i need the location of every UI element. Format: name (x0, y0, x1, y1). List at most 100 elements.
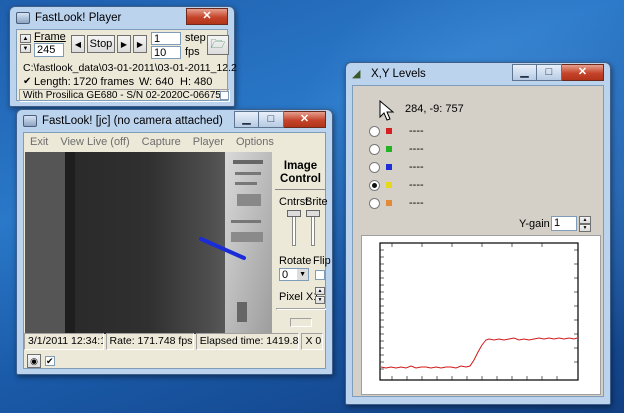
contrast-slider[interactable] (292, 212, 296, 246)
frame-input[interactable]: 245 (34, 43, 64, 57)
player-client: ▲ ▼ Frame 245 ◀ Stop ▶ ▶ 1 step 10 fps 🗁… (16, 29, 237, 102)
open-folder-button[interactable]: 🗁 (207, 35, 229, 55)
rotate-value: 0 (282, 269, 289, 281)
bottom-checkbox[interactable]: ✔ (45, 356, 55, 366)
arrow-cursor-icon (379, 100, 395, 121)
rotate-label: Rotate (279, 255, 312, 267)
frame-up-button[interactable]: ▲ (20, 34, 31, 43)
stop-button[interactable]: Stop (87, 35, 115, 53)
status-datetime: 3/1/2011 12:34:1 (24, 333, 104, 350)
maximize-button[interactable]: □ (537, 64, 562, 81)
frame-down-button[interactable]: ▼ (20, 44, 31, 53)
menu-options[interactable]: Options (230, 136, 280, 148)
channel-swatch-red (386, 128, 392, 134)
xy-levels-window: ◢ X,Y Levels ▁ □ ✕ 284, -9: 757 ---- ---… (345, 62, 611, 405)
fastlook-client: Exit View Live (off) Capture Player Opti… (23, 132, 331, 369)
step-back-button[interactable]: ◀ (71, 35, 85, 53)
channel-swatch-orange (386, 200, 392, 206)
image-control-title: Image Control (275, 152, 326, 190)
ygain-input[interactable]: 1 (551, 216, 577, 231)
close-button[interactable]: ✕ (186, 8, 228, 25)
width-value: W: 640 (139, 76, 174, 88)
camera-info: With Prosilica GE680 - S/N 02-2020C-0667… (23, 90, 221, 101)
camera-icon-button[interactable]: ◉ (27, 354, 41, 368)
chevron-down-icon: ▼ (297, 269, 308, 280)
pixel-up-button[interactable]: ▲ (315, 287, 325, 295)
player-window: FastLook! Player ✕ ▲ ▼ Frame 245 ◀ Stop … (9, 6, 237, 107)
fps-label: fps (185, 46, 200, 58)
channel-swatch-green (386, 146, 392, 152)
channel-value-green: ---- (409, 143, 424, 155)
close-button[interactable]: ✕ (562, 64, 604, 81)
app-icon (16, 12, 30, 24)
menu-player[interactable]: Player (187, 136, 230, 148)
status-rate: Rate: 171.748 fps (105, 333, 194, 350)
xy-title: X,Y Levels (371, 68, 426, 80)
fastlook-title: FastLook! [jc] (no camera attached) (42, 115, 223, 127)
flip-checkbox[interactable] (315, 270, 325, 280)
xy-plot-area[interactable] (361, 235, 601, 395)
channel-value-orange: ---- (409, 197, 424, 209)
step-forward-button[interactable]: ▶ (117, 35, 131, 53)
brightness-label: Brite (305, 196, 328, 208)
xy-titlebar[interactable]: ◢ X,Y Levels ▁ □ ✕ (352, 63, 604, 85)
status-bar: 3/1/2011 12:34:1 Rate: 171.748 fps Elaps… (24, 333, 325, 350)
channel-radio-blue[interactable] (369, 162, 380, 173)
channel-radio-orange[interactable] (369, 198, 380, 209)
channel-value-blue: ---- (409, 161, 424, 173)
minimize-button[interactable]: ▁ (234, 111, 259, 128)
menu-view-live[interactable]: View Live (off) (54, 136, 135, 148)
contrast-slider-thumb[interactable] (287, 210, 301, 217)
camera-image[interactable] (25, 152, 272, 334)
camera-scene (25, 152, 272, 334)
channel-radio-red[interactable] (369, 126, 380, 137)
fastlook-window: FastLook! [jc] (no camera attached) ▁ □ … (16, 109, 333, 375)
camera-icon: ◉ (30, 355, 38, 366)
status-elapsed: Elapsed time: 1419.852 ms (195, 333, 300, 350)
plot-frame (379, 242, 579, 381)
folder-open-icon: 🗁 (210, 36, 226, 51)
frame-label: Frame (34, 31, 66, 43)
menu-exit[interactable]: Exit (24, 136, 54, 148)
step-input[interactable]: 1 (151, 32, 181, 45)
xy-plot (379, 242, 579, 381)
brightness-slider[interactable] (311, 212, 315, 246)
ygain-down-button[interactable]: ▼ (579, 224, 591, 232)
close-button[interactable]: ✕ (284, 111, 326, 128)
flip-label: Flip (313, 255, 331, 267)
menu-bar: Exit View Live (off) Capture Player Opti… (24, 133, 325, 151)
rotate-select[interactable]: 0 ▼ (279, 268, 309, 281)
file-path: C:\fastlook_data\03-01-2011\03-01-2011_1… (23, 62, 237, 74)
player-titlebar[interactable]: FastLook! Player ✕ (16, 7, 228, 29)
brightness-slider-thumb[interactable] (306, 210, 320, 217)
channel-swatch-blue (386, 164, 392, 170)
channel-radio-yellow[interactable] (369, 180, 380, 191)
height-value: H: 480 (180, 76, 213, 88)
pixel-label: Pixel X1 (279, 291, 320, 303)
channel-swatch-yellow (386, 182, 392, 188)
status-extra: X 0.4 (301, 333, 323, 350)
cursor-readout: 284, -9: 757 (405, 103, 464, 115)
panel-divider (276, 308, 326, 310)
length-checkbox[interactable]: ✔ (23, 76, 31, 87)
pixel-down-button[interactable]: ▼ (315, 296, 325, 304)
channel-radio-green[interactable] (369, 144, 380, 155)
ygain-label: Y-gain (519, 218, 550, 230)
menu-capture[interactable]: Capture (136, 136, 187, 148)
xy-client: 284, -9: 757 ---- ---- ---- ---- ---- Y-… (352, 85, 604, 397)
app-icon (23, 115, 37, 127)
play-button[interactable]: ▶ (133, 35, 147, 53)
xy-window-icon: ◢ (352, 68, 361, 80)
fps-input[interactable]: 10 (151, 46, 181, 59)
minimize-button[interactable]: ▁ (512, 64, 537, 81)
image-control-panel: Image Control Cntrst Brite Rotate Flip 0… (273, 152, 331, 334)
contrast-label: Cntrst (279, 196, 309, 208)
maximize-button[interactable]: □ (259, 111, 284, 128)
player-title: FastLook! Player (35, 12, 122, 24)
ygain-up-button[interactable]: ▲ (579, 216, 591, 224)
fastlook-titlebar[interactable]: FastLook! [jc] (no camera attached) ▁ □ … (23, 110, 326, 132)
status-indicator (290, 318, 312, 327)
camera-info-checkbox[interactable] (220, 91, 229, 100)
channel-value-yellow: ---- (409, 179, 424, 191)
length-value: 1720 frames (73, 76, 135, 88)
